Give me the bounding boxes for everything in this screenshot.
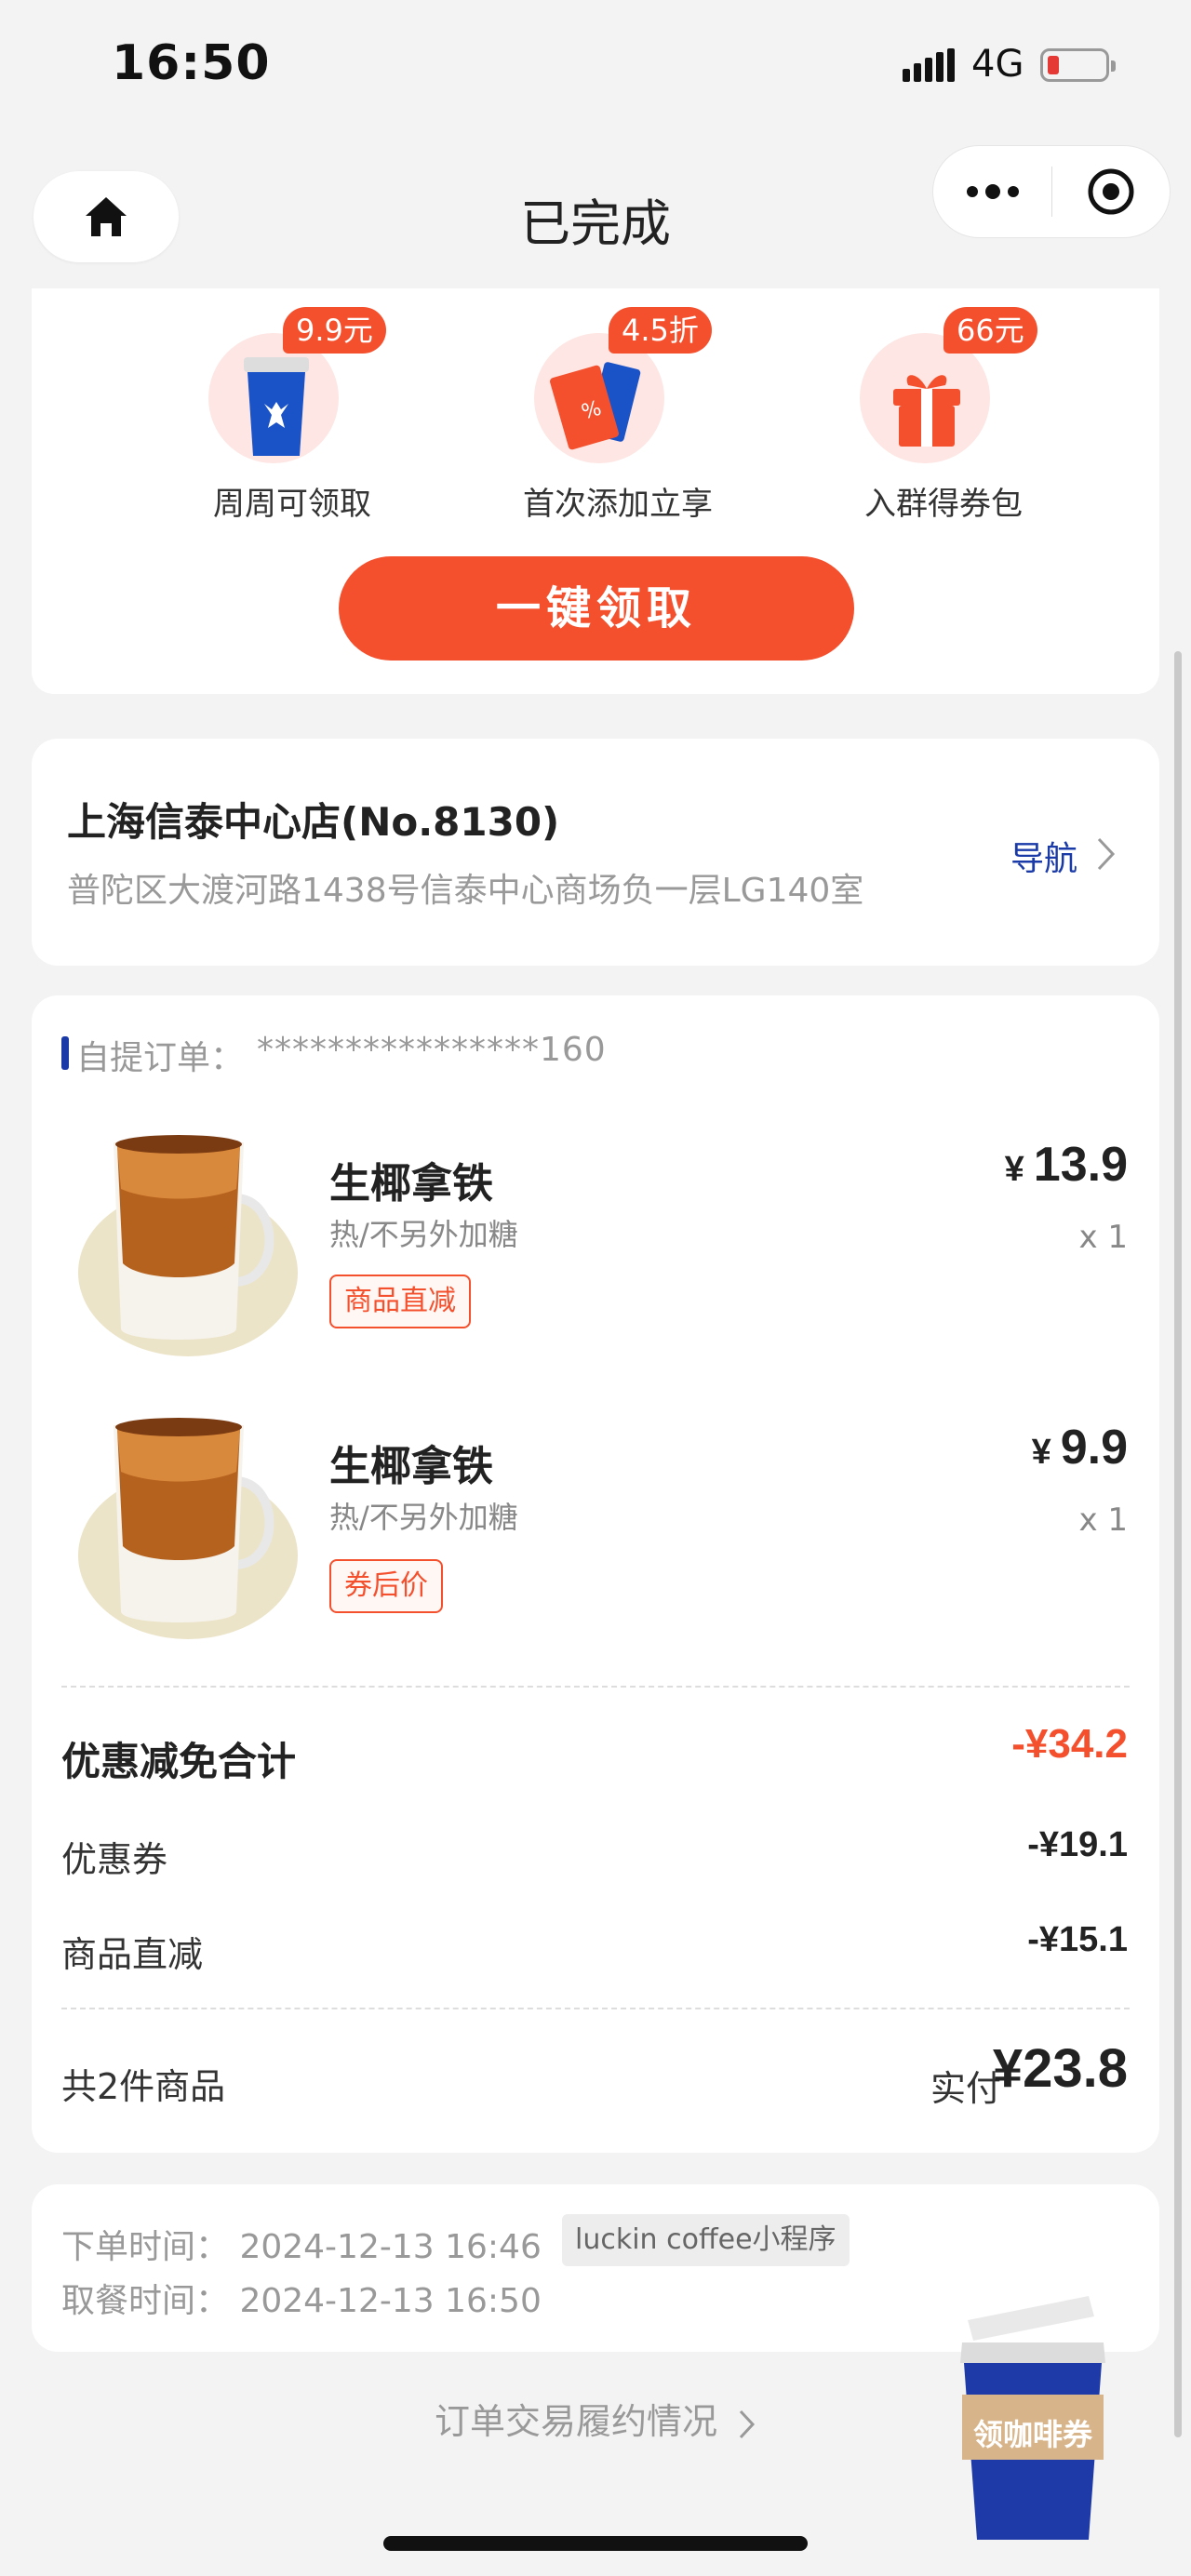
gift-icon: [893, 375, 960, 447]
section-marker: [61, 1036, 69, 1070]
store-card: [32, 739, 1159, 966]
cup-icon: [244, 357, 309, 456]
divider: [61, 1686, 1130, 1688]
close-button[interactable]: [1052, 146, 1170, 237]
item-count: 共2件商品: [61, 2066, 226, 2107]
item-quantity: x 1: [1078, 1219, 1128, 1256]
paid-label: 实付: [930, 2068, 1002, 2109]
navigate-link[interactable]: 导航: [1010, 832, 1077, 880]
promo-badge: 66元: [943, 307, 1037, 354]
promo-badge: 4.5折: [609, 307, 712, 354]
item-name: 生椰拿铁: [329, 1160, 493, 1208]
coffee-coupon-label: 领咖啡券: [972, 2417, 1092, 2452]
store-name: 上海信泰中心店(No.8130): [67, 799, 560, 845]
order-time: 下单时间： 2024-12-13 16:46: [61, 2228, 542, 2266]
direct-discount-label: 商品直减: [61, 1934, 204, 1975]
product-image: [78, 1418, 298, 1639]
promo-label: 首次添加立享: [523, 486, 713, 523]
chevron-right-icon: [1097, 837, 1116, 871]
item-price: ¥13.9: [1004, 1138, 1128, 1192]
battery-icon: [1040, 48, 1116, 82]
order-type-label: 自提订单：: [76, 1039, 245, 1077]
product-image: [78, 1135, 298, 1356]
discount-title: 优惠减免合计: [61, 1739, 297, 1784]
pickup-time: 取餐时间： 2024-12-13 16:50: [61, 2282, 542, 2320]
coupon-value: -¥19.1: [1027, 1825, 1128, 1864]
direct-discount-value: -¥15.1: [1027, 1920, 1128, 1959]
promo-label: 周周可领取: [213, 486, 371, 523]
ticket-icon: %: [550, 362, 641, 450]
chevron-right-icon: [739, 2409, 756, 2438]
claim-all-button[interactable]: 一键领取: [339, 556, 854, 661]
store-address: 普陀区大渡河路1438号信泰中心商场负一层LG140室: [67, 872, 864, 910]
fulfillment-link-label: 订单交易履约情况: [434, 2401, 717, 2442]
promo-item-group[interactable]: 66元 入群得券包: [823, 288, 1064, 530]
source-badge: luckin coffee小程序: [562, 2214, 850, 2266]
mini-program-capsule: [932, 145, 1171, 238]
coupon-label: 优惠券: [61, 1839, 168, 1880]
item-name: 生椰拿铁: [329, 1443, 493, 1490]
paid-amount: ¥23.8: [992, 2038, 1128, 2099]
item-quantity: x 1: [1078, 1502, 1128, 1539]
status-time: 16:50: [112, 35, 271, 91]
target-icon: [1088, 168, 1134, 215]
order-number: ****************160: [257, 1031, 607, 1069]
home-indicator[interactable]: [383, 2536, 808, 2551]
signal-icon: [903, 48, 955, 82]
promo-item-first-add[interactable]: % 4.5折 首次添加立享: [497, 288, 739, 530]
item-tag: 券后价: [329, 1559, 443, 1613]
item-price: ¥9.9: [1031, 1421, 1128, 1475]
network-type: 4G: [971, 43, 1024, 86]
item-options: 热/不另外加糖: [329, 1500, 518, 1535]
discount-total: -¥34.2: [1011, 1721, 1128, 1767]
promo-badge: 9.9元: [283, 307, 386, 354]
promo-item-weekly[interactable]: 9.9元 周周可领取: [171, 288, 413, 530]
item-options: 热/不另外加糖: [329, 1217, 518, 1252]
item-tag: 商品直减: [329, 1275, 471, 1328]
divider: [61, 2008, 1130, 2009]
promo-label: 入群得券包: [864, 486, 1023, 523]
more-button[interactable]: [933, 146, 1051, 237]
scrollbar[interactable]: [1174, 651, 1182, 2437]
